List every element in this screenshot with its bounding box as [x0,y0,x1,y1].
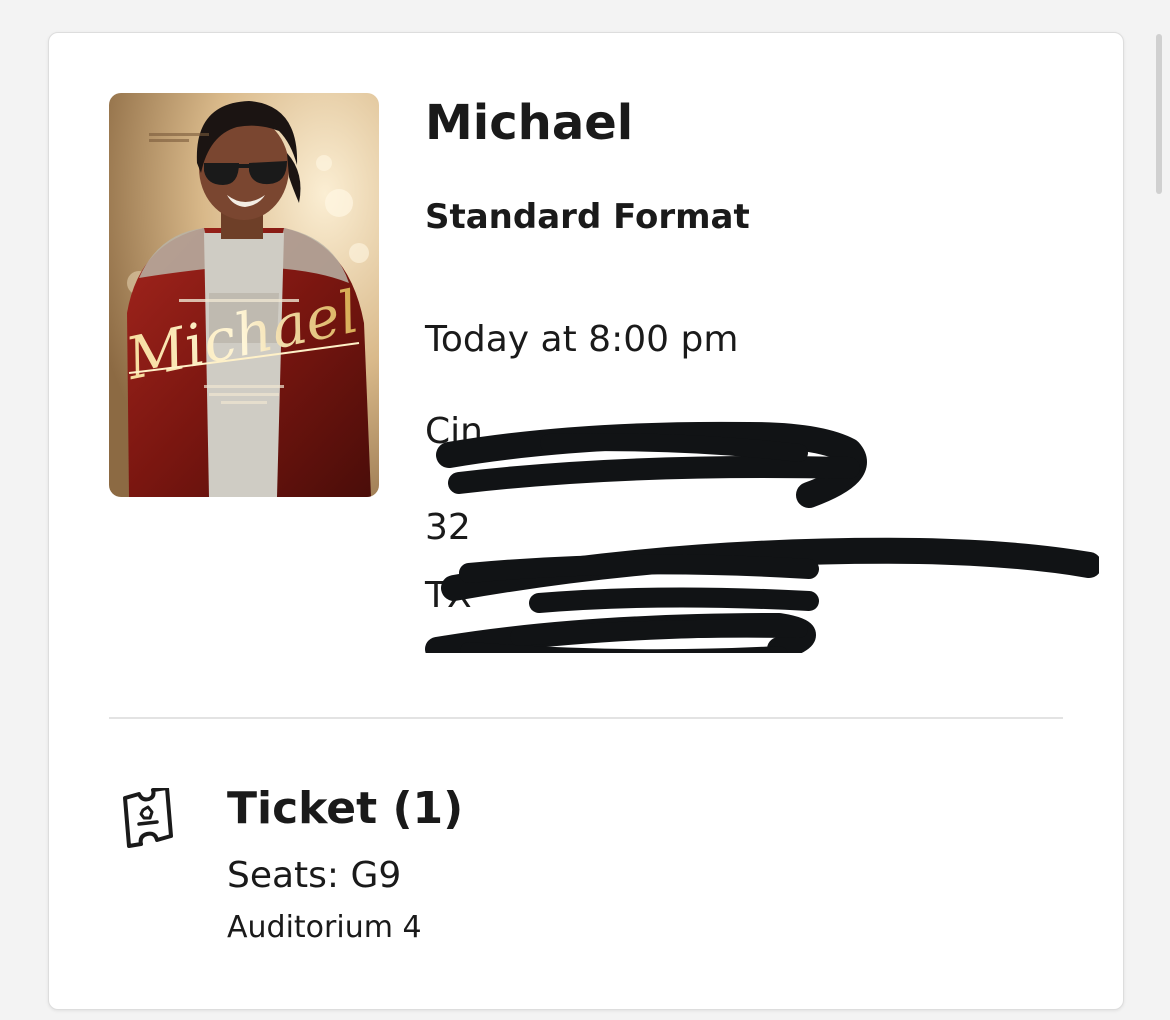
ticket-icon [119,786,175,848]
showtime: Today at 8:00 pm [425,319,739,360]
redaction-scribble [425,421,1099,653]
ticket-count-title: Ticket (1) [227,783,464,834]
ticket-auditorium: Auditorium 4 [227,910,422,945]
page-scrollbar[interactable] [1156,34,1162,194]
movie-title: Michael [425,95,634,151]
movie-poster: Michael [109,93,379,497]
movie-format: Standard Format [425,197,750,237]
ticket-card: Michael Michael Standard Format Today at… [48,32,1124,1010]
ticket-seats: Seats: G9 [227,855,402,896]
section-divider [109,717,1063,719]
movie-poster-art: Michael [109,93,379,497]
